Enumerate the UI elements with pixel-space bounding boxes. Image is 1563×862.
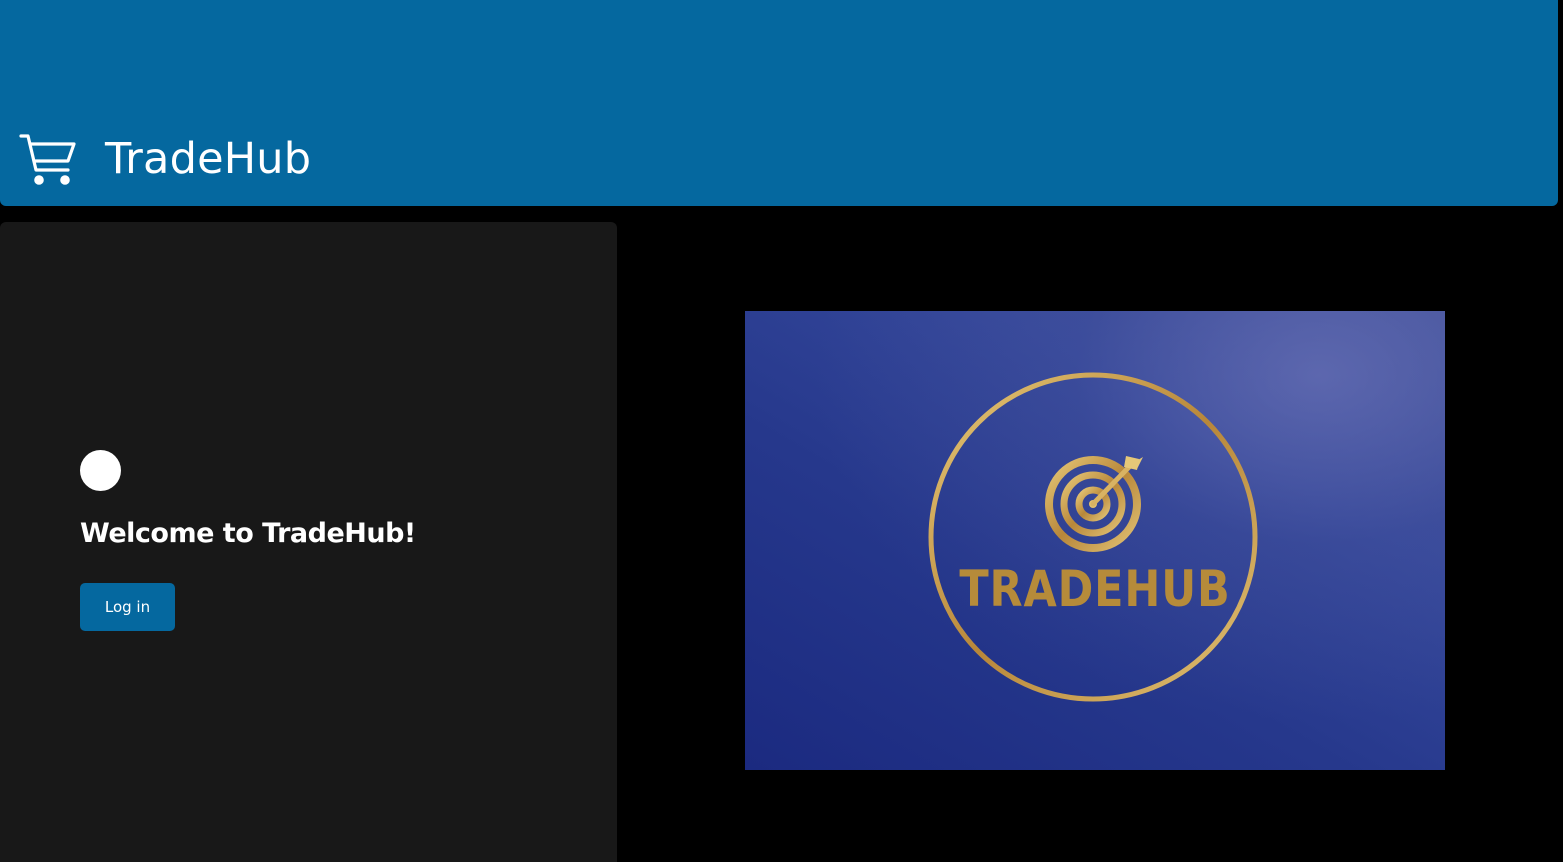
app-title: TradeHub bbox=[105, 133, 312, 184]
avatar bbox=[80, 450, 121, 491]
top-app-bar: TradeHub bbox=[0, 0, 1558, 206]
brand[interactable]: TradeHub bbox=[19, 131, 311, 187]
welcome-panel: Welcome to TradeHub! Log in bbox=[0, 222, 617, 862]
target-arrow-icon bbox=[928, 372, 1258, 702]
tradehub-logo-image: TRADEHUB bbox=[745, 311, 1445, 770]
cart-icon bbox=[19, 134, 76, 185]
logo-wordmark: TRADEHUB bbox=[959, 560, 1231, 618]
login-button[interactable]: Log in bbox=[80, 583, 175, 631]
welcome-heading: Welcome to TradeHub! bbox=[80, 518, 416, 549]
